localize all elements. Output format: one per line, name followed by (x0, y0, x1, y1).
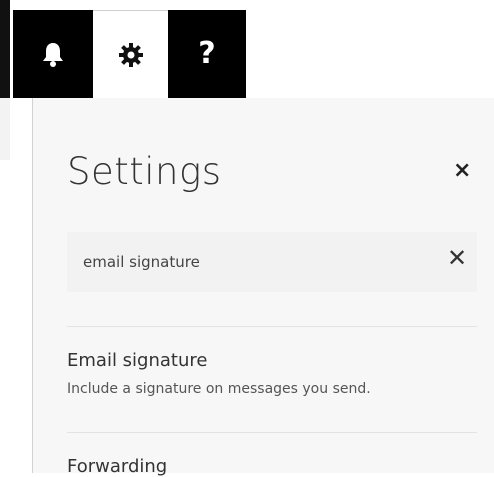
clear-search-icon[interactable]: ✕ (447, 244, 467, 272)
gear-icon (118, 42, 143, 67)
settings-button[interactable] (93, 10, 168, 98)
divider (67, 432, 477, 433)
help-icon: ? (198, 36, 216, 71)
result-title: Email signature (67, 350, 208, 371)
result-title: Forwarding (67, 456, 168, 477)
close-icon[interactable]: × (453, 158, 471, 183)
panel-title: Settings (67, 150, 222, 193)
divider (67, 326, 477, 327)
result-forwarding[interactable]: Forwarding (67, 456, 167, 477)
left-gutter (0, 98, 10, 160)
settings-search: ✕ (67, 232, 477, 292)
result-email-signature[interactable]: Email signature Include a signature on m… (67, 350, 371, 397)
notifications-button[interactable] (13, 10, 93, 98)
result-description: Include a signature on messages you send… (67, 381, 371, 397)
bell-icon (43, 43, 63, 67)
help-button[interactable]: ? (168, 10, 246, 98)
search-input[interactable] (83, 250, 423, 274)
top-bar-edge (0, 0, 10, 98)
settings-panel: Settings × ✕ Email signature Include a s… (32, 98, 494, 477)
